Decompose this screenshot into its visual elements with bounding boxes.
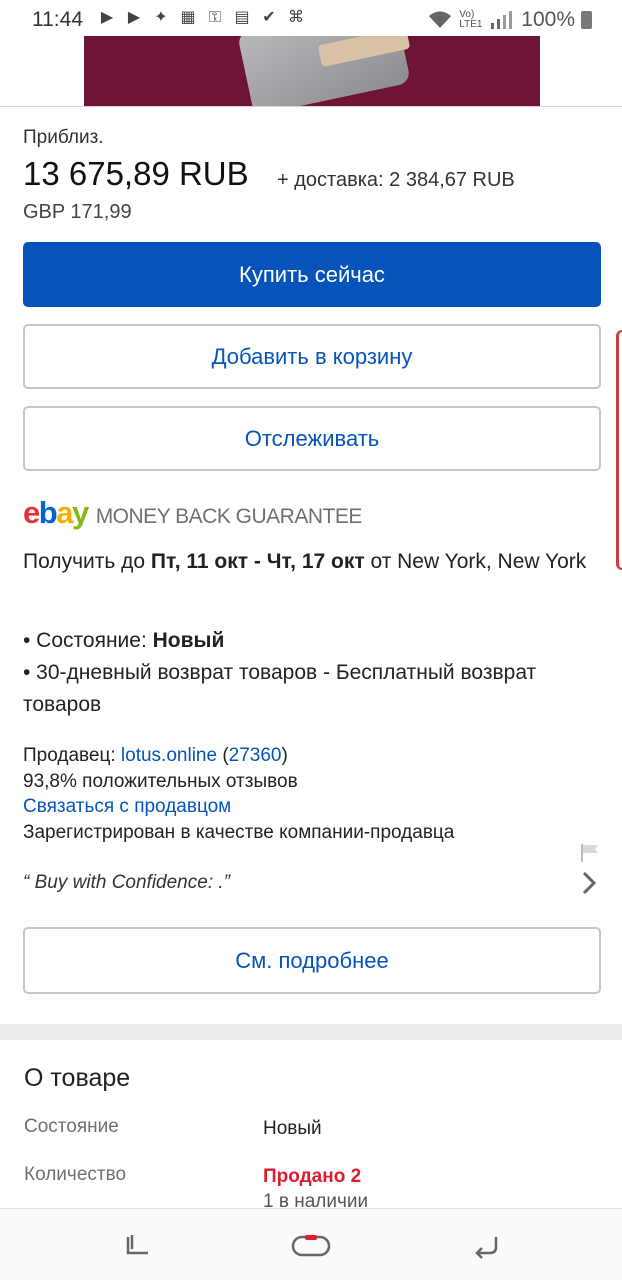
seller-quote: “ Buy with Confidence: .”: [23, 872, 230, 893]
home-icon[interactable]: [291, 1233, 331, 1259]
status-time: 11:44: [32, 8, 83, 31]
battery-percent: 100%: [521, 8, 575, 31]
seller-info: Продавец: lotus.online (27360) 93,8% пол…: [23, 743, 613, 845]
twitter-icon: ✦: [154, 9, 168, 26]
network-label: Vo) LTE1: [459, 9, 483, 30]
delivery-info: Получить до Пт, 11 окт - Чт, 17 окт от N…: [23, 546, 613, 578]
ebay-logo: ebay: [23, 495, 89, 530]
news-icon: ▤: [234, 9, 250, 26]
feedback-open: (: [217, 745, 229, 766]
add-to-cart-button[interactable]: Добавить в корзину: [23, 324, 601, 389]
seller-label: Продавец:: [23, 745, 121, 766]
wifi-icon: [429, 11, 452, 28]
buy-now-button[interactable]: Купить сейчас: [23, 242, 601, 307]
battery-icon: [581, 11, 592, 29]
translate-icon: ⌘: [288, 9, 304, 26]
status-bar: 11:44 ▶ ▶ ✦ ▦ ⚿ ▤ ✔ ⌘ Vo) LTE1 100%: [0, 0, 622, 36]
delivery-suffix: от New York, New York: [364, 550, 587, 573]
side-edge-indicator: [616, 330, 622, 570]
money-back-guarantee: ebay MONEY BACK GUARANTEE: [23, 497, 362, 529]
price: 13 675,89 RUB: [23, 155, 249, 192]
chevron-right-icon[interactable]: [578, 868, 600, 898]
divider: [0, 106, 622, 107]
section-separator: [0, 1024, 622, 1040]
back-icon[interactable]: [466, 1233, 506, 1259]
business-seller-note: Зарегистрирован в качестве компании-прод…: [23, 821, 455, 843]
flag-icon[interactable]: [580, 843, 600, 863]
spec-label-quantity: Количество: [24, 1164, 127, 1185]
key-icon: ⚿: [208, 9, 222, 26]
item-facts: • Состояние: Новый • 30-дневный возврат …: [23, 625, 613, 721]
check-icon: ✔: [262, 9, 276, 26]
notification-icons: ▶ ▶ ✦ ▦ ⚿ ▤ ✔ ⌘: [97, 9, 306, 27]
delivery-dates: Пт, 11 окт - Чт, 17 окт: [150, 550, 365, 573]
youtube-icon: ▶: [100, 9, 114, 26]
status-right: Vo) LTE1 100%: [427, 8, 592, 32]
condition-value: Новый: [152, 629, 225, 652]
seller-line: Продавец: lotus.online (27360): [23, 743, 613, 769]
shipping-cost: + доставка: 2 384,67 RUB: [277, 169, 515, 191]
seller-name-link[interactable]: lotus.online: [121, 745, 217, 766]
signal-icon: [491, 11, 513, 29]
contact-seller-link[interactable]: Связаться с продавцом: [23, 794, 613, 820]
watch-button[interactable]: Отслеживать: [23, 406, 601, 471]
approx-label: Приблиз.: [23, 127, 104, 148]
recent-apps-icon[interactable]: [118, 1233, 158, 1259]
delivery-prefix: Получить до: [23, 550, 151, 573]
condition-line: • Состояние: Новый: [23, 625, 613, 657]
gbp-price: GBP 171,99: [23, 201, 132, 223]
product-image[interactable]: [84, 36, 540, 106]
returns-line: • 30-дневный возврат товаров - Бесплатны…: [23, 661, 537, 716]
feedback-close: ): [281, 745, 288, 766]
positive-feedback: 93,8% положительных отзывов: [23, 770, 298, 792]
spec-value-condition: Новый: [263, 1118, 322, 1139]
spec-label-condition: Состояние: [24, 1116, 119, 1137]
see-more-button[interactable]: См. подробнее: [23, 927, 601, 994]
youtube-icon-2: ▶: [127, 9, 141, 26]
feedback-count-link[interactable]: 27360: [229, 745, 282, 766]
navigation-bar: [0, 1208, 622, 1280]
image-icon: ▦: [180, 9, 196, 26]
spec-value-sold: Продано 2: [263, 1166, 362, 1187]
condition-prefix: • Состояние:: [23, 629, 153, 652]
guarantee-text: MONEY BACK GUARANTEE: [95, 505, 363, 528]
about-item-title: О товаре: [24, 1064, 131, 1092]
